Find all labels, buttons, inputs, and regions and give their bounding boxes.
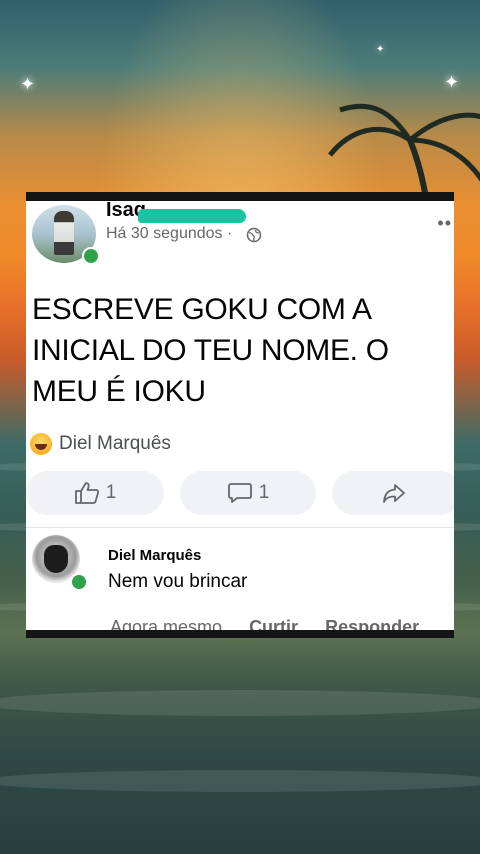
- commenter-name[interactable]: Diel Marquês: [108, 547, 201, 564]
- haha-emoji-icon: [30, 433, 52, 455]
- thumbs-up-icon: [74, 482, 99, 504]
- divider: [26, 527, 454, 528]
- avatar-photo: [54, 211, 74, 255]
- facebook-post-card: Isaq Há 30 segundos · •• ESCREVE GOKU CO…: [26, 192, 454, 638]
- comment-like-link[interactable]: Curtir: [249, 617, 298, 630]
- online-status-indicator: [82, 247, 100, 265]
- comment-text: Nem vou brincar: [108, 571, 248, 592]
- redaction-scribble: [138, 209, 246, 223]
- online-status-indicator: [70, 573, 88, 591]
- more-options-icon[interactable]: ••: [437, 213, 452, 234]
- comment-bubble-icon: [227, 483, 252, 503]
- share-arrow-icon: [383, 484, 405, 503]
- comment-time[interactable]: Agora mesmo: [110, 617, 222, 630]
- reactions-summary[interactable]: Diel Marquês: [30, 433, 171, 455]
- post-timestamp[interactable]: Há 30 segundos ·: [106, 225, 232, 243]
- comment-button[interactable]: 1: [180, 471, 316, 515]
- comment-reply-link[interactable]: Responder: [325, 617, 419, 630]
- sparkle-icon: ✦: [376, 44, 385, 55]
- like-count: 1: [105, 482, 117, 503]
- globe-icon: [246, 227, 262, 243]
- sparkle-icon: ✦: [444, 72, 460, 92]
- post-time[interactable]: Há 30 segundos: [106, 225, 223, 242]
- reactor-name: Diel Marquês: [59, 433, 171, 454]
- share-button[interactable]: [332, 471, 454, 515]
- comment-count: 1: [258, 482, 270, 503]
- meta-separator: ·: [226, 225, 233, 242]
- wave: [0, 770, 480, 792]
- like-button[interactable]: 1: [26, 471, 164, 515]
- post-text: ESCREVE GOKU COM A INICIAL DO TEU NOME. …: [32, 293, 389, 408]
- wave: [0, 690, 480, 716]
- comment-actions: Agora mesmo Curtir Responder: [110, 617, 441, 630]
- sparkle-icon: ✦: [20, 74, 36, 94]
